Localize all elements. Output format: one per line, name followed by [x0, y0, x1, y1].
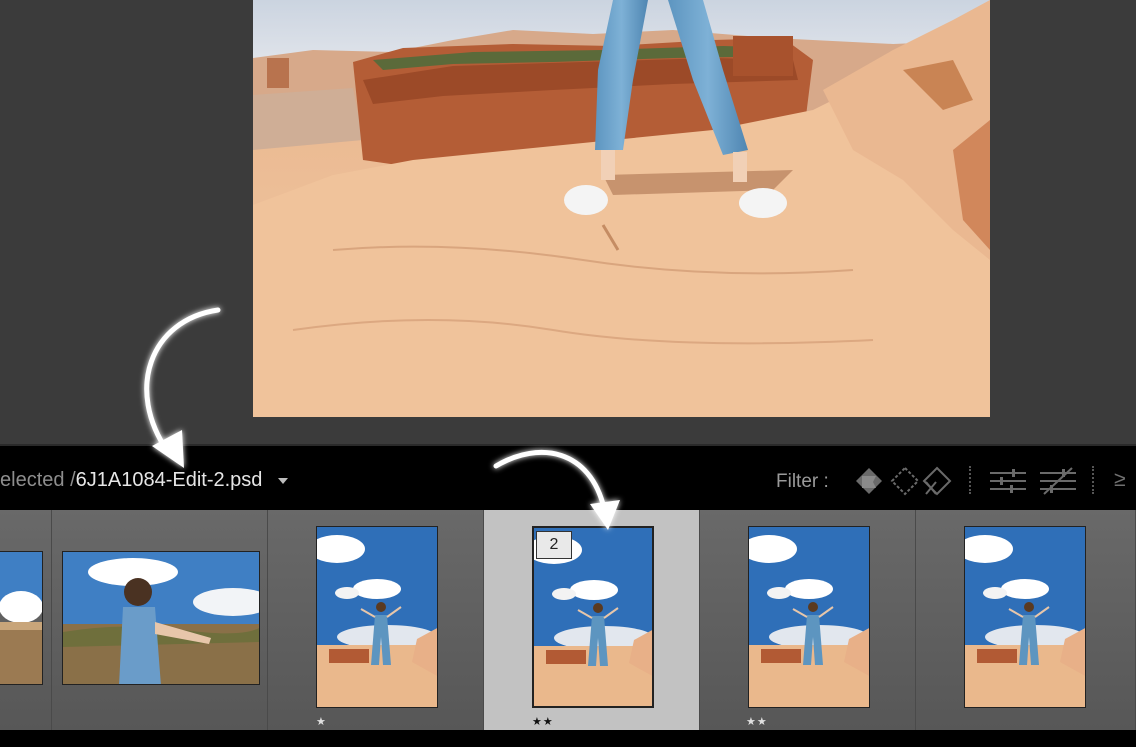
filmstrip-cell[interactable]: ★★ [700, 510, 916, 730]
more-icon[interactable]: ≥ [1114, 468, 1126, 492]
thumbnail[interactable] [62, 551, 260, 685]
filter-divider [969, 466, 971, 494]
filter-divider-2 [1092, 466, 1094, 494]
filter-unflagged-icon[interactable] [888, 464, 922, 503]
main-photo[interactable] [253, 0, 990, 417]
thumbnail[interactable] [748, 526, 870, 708]
thumbnail[interactable] [316, 526, 438, 708]
filter-sliders-off-icon[interactable] [1038, 464, 1078, 503]
selection-count-badge: 2 [536, 531, 572, 559]
preview-area [0, 0, 1136, 444]
filmstrip-cell-selected[interactable]: ★★ [484, 510, 700, 730]
dropdown-caret-icon[interactable] [277, 477, 288, 484]
filter-sliders-icon[interactable] [988, 464, 1028, 503]
filmstrip-cell[interactable]: ★ [268, 510, 484, 730]
filmstrip-cell[interactable] [52, 510, 268, 730]
thumbnail[interactable] [964, 526, 1086, 708]
rating-stars: ★★ [532, 716, 554, 728]
filter-rejected-icon[interactable] [920, 464, 954, 503]
rating-stars: ★★ [746, 716, 768, 728]
selected-count-label: elected [0, 469, 65, 491]
filmstrip-header: elected /6J1A1084-Edit-2.psd Filter : ≥ [0, 444, 1136, 510]
filmstrip-source-path[interactable]: elected /6J1A1084-Edit-2.psd [0, 469, 288, 492]
current-filename: 6J1A1084-Edit-2.psd [75, 469, 263, 491]
thumbnail[interactable] [0, 551, 43, 685]
rating-stars: ★ [316, 716, 327, 728]
filmstrip-cell[interactable] [0, 510, 52, 730]
filter-flag-icon[interactable] [852, 464, 886, 503]
filter-label: Filter : [776, 471, 829, 492]
filmstrip-cell[interactable] [916, 510, 1136, 730]
bottom-bar [0, 730, 1136, 747]
